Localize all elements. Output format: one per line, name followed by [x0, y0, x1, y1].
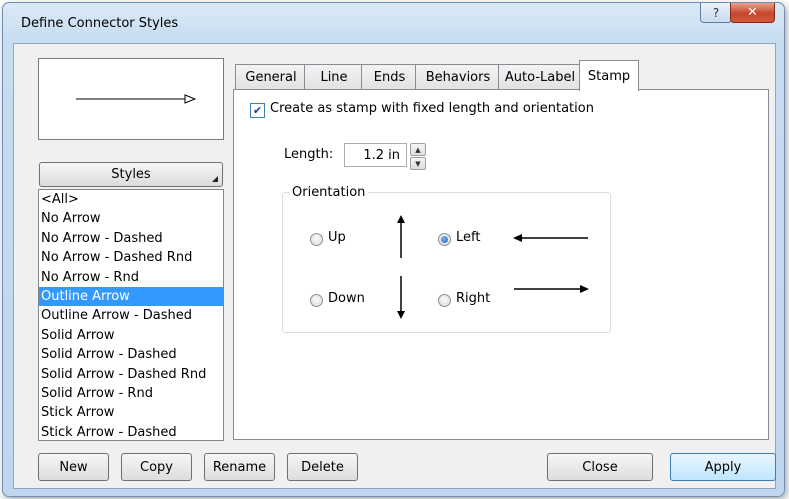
tab-line[interactable]: Line — [304, 64, 364, 90]
styles-list[interactable]: <All> No Arrow No Arrow - Dashed No Arrow -… — [38, 189, 224, 441]
connector-preview — [38, 58, 224, 140]
rename-button[interactable]: Rename — [204, 453, 275, 481]
styles-list-item[interactable]: Solid Arrow - Rnd — [39, 384, 223, 403]
styles-list-item[interactable]: Stick Arrow — [39, 403, 223, 422]
orientation-legend: Orientation — [292, 185, 366, 200]
close-button-label: Close — [582, 459, 618, 475]
down-arrow-icon — [397, 276, 405, 319]
styles-list-item[interactable]: Solid Arrow - Dashed — [39, 345, 223, 364]
styles-list-item[interactable]: Stick Arrow - Dashed — [39, 423, 223, 440]
radio-down-label: Down — [328, 291, 365, 306]
radio-down[interactable] — [310, 294, 323, 307]
stamp-checkbox-label: Create as stamp with fixed length and or… — [270, 101, 594, 116]
left-arrow-icon — [513, 234, 588, 242]
styles-list-item[interactable]: Solid Arrow - Dashed Rnd — [39, 365, 223, 384]
tab-behaviors[interactable]: Behaviors — [415, 64, 501, 90]
tab-stamp[interactable]: Stamp — [579, 60, 639, 91]
new-button[interactable]: New — [38, 453, 109, 481]
styles-list-item[interactable]: No Arrow - Rnd — [39, 268, 223, 287]
styles-list-item[interactable]: Outline Arrow — [39, 286, 223, 307]
delete-button-label: Delete — [301, 459, 344, 475]
new-button-label: New — [59, 459, 88, 475]
styles-list-item[interactable]: Solid Arrow — [39, 326, 223, 345]
dropdown-corner-icon — [212, 176, 218, 182]
up-arrow-icon — [397, 215, 405, 258]
rename-button-label: Rename — [212, 459, 267, 475]
radio-left-label: Left — [456, 230, 481, 245]
length-label: Length: — [284, 147, 334, 162]
stamp-checkbox[interactable]: ✔ — [250, 103, 265, 118]
help-button[interactable]: ? — [700, 3, 732, 23]
preview-arrow-icon — [76, 94, 197, 104]
length-value: 1.2 in — [363, 147, 400, 163]
copy-button-label: Copy — [140, 459, 173, 475]
tab-auto-label[interactable]: Auto-Label — [498, 64, 582, 90]
styles-list-item[interactable]: <All> — [39, 190, 223, 209]
checkmark-icon: ✔ — [252, 104, 263, 117]
styles-menu-button[interactable]: Styles — [39, 162, 223, 187]
radio-right-label: Right — [456, 291, 491, 306]
radio-up[interactable] — [310, 233, 323, 246]
length-input[interactable]: 1.2 in — [344, 143, 407, 167]
window-close-button[interactable]: ✕ — [730, 3, 775, 23]
orientation-group: Orientation — [282, 185, 611, 333]
dialog-client-area: Styles <All> No Arrow No Arrow - Dashed No … — [13, 43, 776, 489]
length-spinner[interactable]: ▲ ▼ — [410, 143, 426, 170]
tab-general[interactable]: General — [235, 64, 307, 90]
tab-label: Ends — [373, 70, 406, 85]
help-icon: ? — [712, 5, 720, 20]
styles-list-item[interactable]: No Arrow - Dashed Rnd — [39, 248, 223, 267]
radio-up-label: Up — [328, 230, 346, 245]
styles-button-label: Styles — [111, 167, 151, 182]
copy-button[interactable]: Copy — [121, 453, 192, 481]
tab-label: General — [245, 70, 297, 85]
styles-list-item[interactable]: No Arrow — [39, 209, 223, 228]
apply-button-label: Apply — [704, 459, 742, 475]
styles-list-item[interactable]: Outline Arrow - Dashed — [39, 306, 223, 325]
dialog-window: Define Connector Styles ? ✕ Styles <All>… — [2, 2, 785, 497]
close-button[interactable]: Close — [547, 453, 653, 481]
radio-right[interactable] — [438, 294, 451, 307]
tab-label: Stamp — [587, 68, 631, 84]
tab-ends[interactable]: Ends — [361, 64, 418, 90]
tab-label: Line — [320, 70, 348, 85]
spin-down-icon[interactable]: ▼ — [410, 157, 426, 170]
right-arrow-icon — [514, 285, 589, 293]
delete-button[interactable]: Delete — [287, 453, 358, 481]
tab-label: Auto-Label — [504, 70, 576, 85]
tab-label: Behaviors — [425, 70, 491, 85]
radio-left[interactable] — [438, 233, 451, 246]
apply-button[interactable]: Apply — [670, 453, 776, 481]
window-title: Define Connector Styles — [21, 16, 179, 31]
styles-list-item[interactable]: No Arrow - Dashed — [39, 229, 223, 248]
spin-up-icon[interactable]: ▲ — [410, 143, 426, 156]
close-icon: ✕ — [747, 5, 758, 20]
